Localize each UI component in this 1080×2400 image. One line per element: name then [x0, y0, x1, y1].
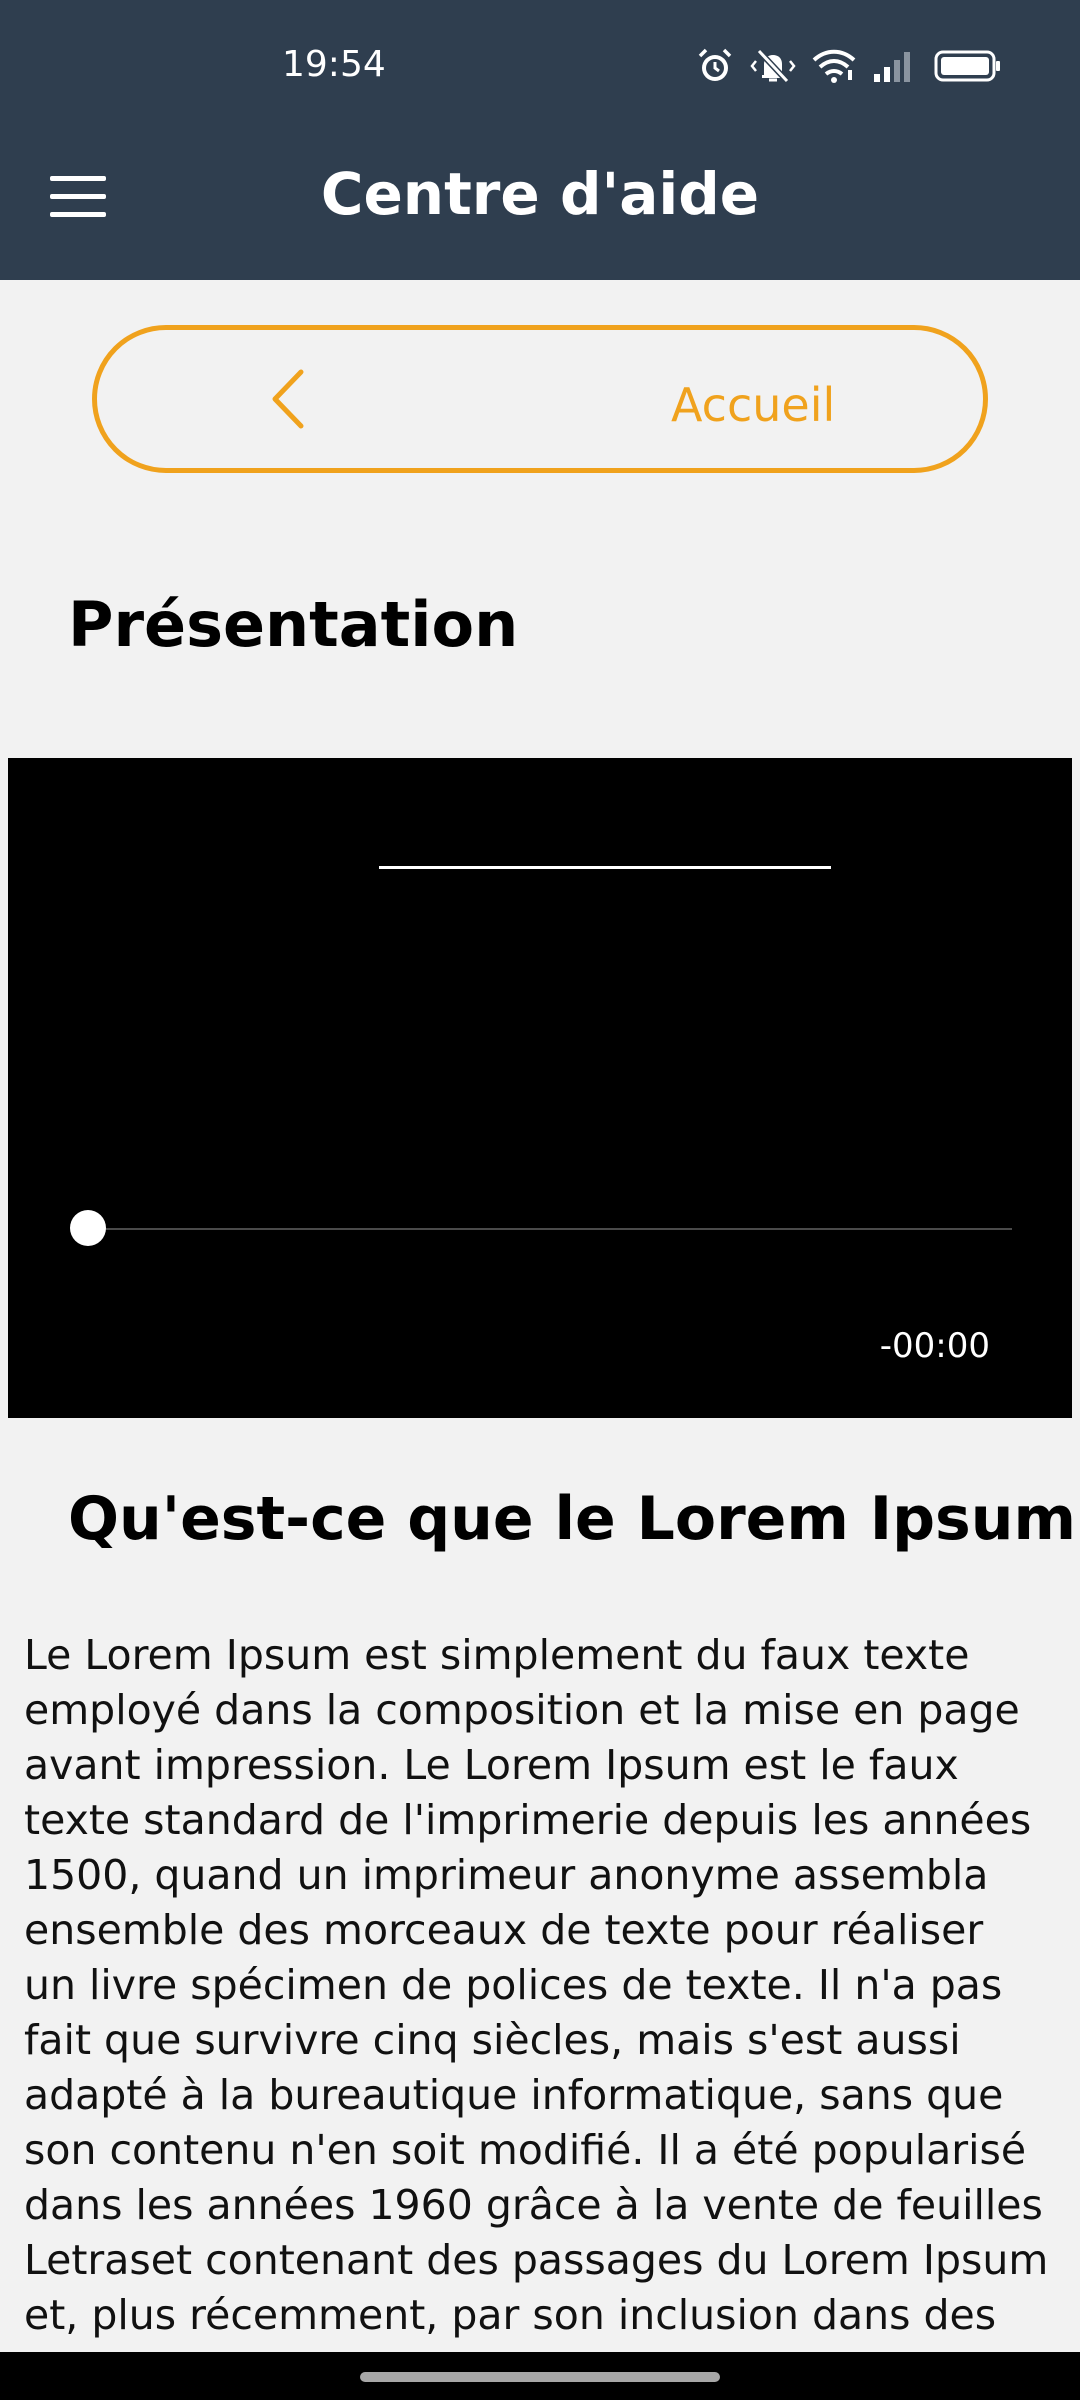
video-time-remaining: -00:00 [879, 1326, 990, 1366]
article-line: avant impression. Le Lorem Ipsum est le … [24, 1741, 959, 1789]
article-line: employé dans la composition et la mise e… [24, 1686, 1020, 1734]
home-button[interactable]: Accueil [92, 325, 988, 473]
system-navigation-bar [0, 2352, 1080, 2400]
vibrate-off-icon [750, 48, 796, 84]
article-line: son contenu n'en soit modifié. Il a été … [24, 2126, 1027, 2174]
article-line: 1500, quand un imprimeur anonyme assembl… [24, 1851, 989, 1899]
help-center-screen: 19:54 Centre d'aide Accueil Présentation… [0, 0, 1080, 2400]
article-title: Qu'est-ce que le Lorem Ipsum? [68, 1484, 1080, 1554]
signal-icon [874, 52, 910, 82]
video-frame-line [379, 866, 831, 869]
gesture-handle[interactable] [360, 2372, 720, 2382]
article-line: et, plus récemment, par son inclusion da… [24, 2291, 997, 2339]
chevron-left-icon [272, 369, 304, 429]
article-line: un livre spécimen de polices de texte. I… [24, 1961, 1003, 2009]
video-scrubber-handle[interactable] [70, 1210, 106, 1246]
video-player[interactable]: -00:00 [8, 758, 1072, 1418]
section-title: Présentation [68, 588, 519, 661]
status-time: 19:54 [282, 44, 386, 85]
article-line: dans les années 1960 grâce à la vente de… [24, 2181, 1043, 2229]
article-line: texte standard de l'imprimerie depuis le… [24, 1796, 1032, 1844]
article-body: Le Lorem Ipsum est simplement du faux te… [24, 1628, 1080, 2343]
video-progress-track[interactable] [88, 1228, 1012, 1230]
article-line: Le Lorem Ipsum est simplement du faux te… [24, 1631, 970, 1679]
app-header: 19:54 Centre d'aide [0, 0, 1080, 280]
page-title: Centre d'aide [320, 160, 760, 228]
battery-icon [934, 50, 1000, 82]
alarm-icon [698, 48, 732, 81]
article-line: Letraset contenant des passages du Lorem… [24, 2236, 1049, 2284]
article-line: adapté à la bureautique informatique, sa… [24, 2071, 1004, 2119]
article-line: fait que survivre cinq siècles, mais s'e… [24, 2016, 961, 2064]
status-icons [696, 46, 1002, 86]
wifi-icon [812, 49, 856, 83]
article-line: ensemble des morceaux de texte pour réal… [24, 1906, 984, 1954]
home-button-label: Accueil [671, 378, 836, 432]
